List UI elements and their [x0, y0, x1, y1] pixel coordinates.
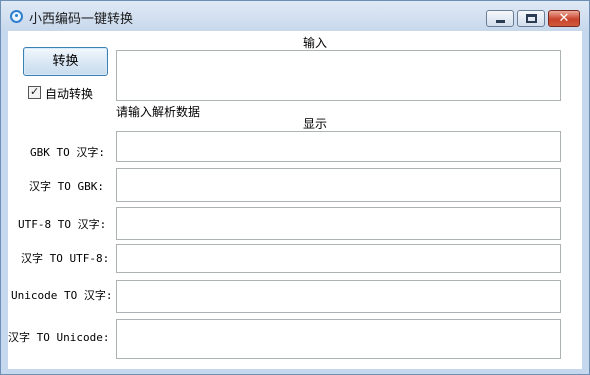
- unicode-to-hanzi-label: Unicode TO 汉字:: [11, 289, 113, 302]
- title-bar[interactable]: 小西编码一键转换 ✕: [1, 1, 589, 31]
- close-button[interactable]: ✕: [548, 10, 580, 27]
- hanzi-to-unicode-field[interactable]: [116, 319, 561, 359]
- minimize-button[interactable]: [486, 10, 514, 27]
- auto-convert-label: 自动转换: [45, 87, 94, 101]
- minimize-icon: [496, 20, 505, 23]
- input-textarea[interactable]: [116, 50, 561, 101]
- utf8-to-hanzi-field[interactable]: [116, 207, 561, 240]
- app-window: 小西编码一键转换 ✕ 转换 ✓ 自动转换 输入 请输入解析数据 显示 GBK T…: [0, 0, 590, 375]
- hanzi-to-utf8-field[interactable]: [116, 244, 561, 273]
- utf8-to-hanzi-label: UTF-8 TO 汉字:: [18, 218, 107, 231]
- input-section-header: 输入: [303, 36, 328, 50]
- input-hint-text: 请输入解析数据: [116, 105, 201, 119]
- hanzi-to-gbk-label: 汉字 TO GBK:: [29, 180, 104, 193]
- app-icon: [10, 10, 23, 23]
- close-icon: ✕: [558, 11, 570, 26]
- unicode-to-hanzi-field[interactable]: [116, 280, 561, 313]
- hanzi-to-unicode-label: 汉字 TO Unicode:: [8, 331, 110, 344]
- gbk-to-hanzi-label: GBK TO 汉字:: [30, 146, 105, 159]
- gbk-to-hanzi-field[interactable]: [116, 131, 561, 162]
- hanzi-to-utf8-label: 汉字 TO UTF-8:: [21, 252, 110, 265]
- output-section-header: 显示: [303, 117, 328, 131]
- maximize-icon: [526, 14, 537, 23]
- window-title: 小西编码一键转换: [29, 12, 134, 27]
- auto-convert-checkbox[interactable]: ✓: [28, 85, 41, 99]
- convert-button[interactable]: 转换: [23, 47, 108, 76]
- hanzi-to-gbk-field[interactable]: [116, 168, 561, 202]
- client-area: 转换 ✓ 自动转换 输入 请输入解析数据 显示 GBK TO 汉字: 汉字 TO…: [8, 31, 582, 369]
- check-icon: ✓: [30, 85, 40, 98]
- maximize-button[interactable]: [517, 10, 545, 27]
